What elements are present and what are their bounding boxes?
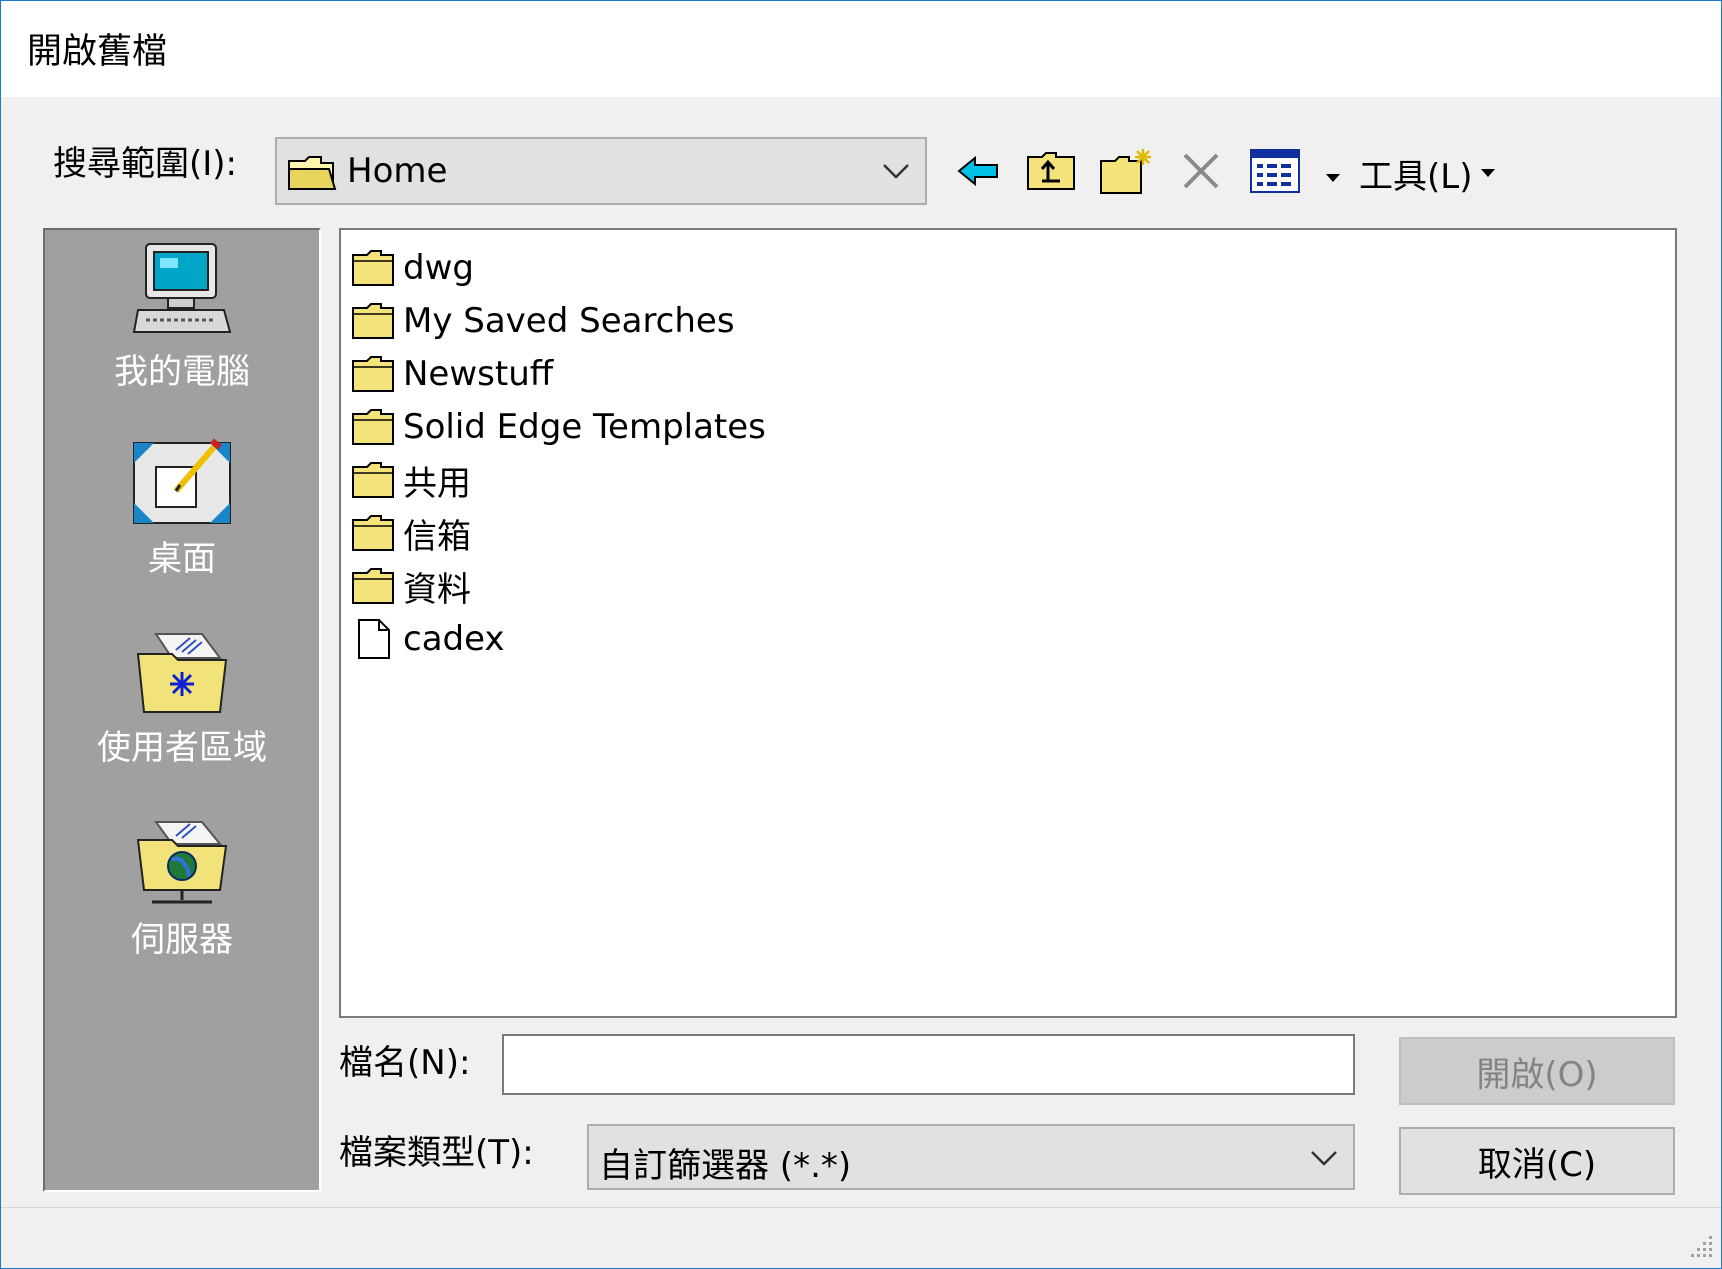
caret-down-icon [1326, 174, 1340, 182]
user-area-icon [136, 633, 228, 713]
file-name: Newstuff [403, 354, 554, 394]
chevron-down-icon[interactable] [881, 161, 911, 185]
filename-input[interactable] [502, 1034, 1355, 1095]
back-arrow-icon [957, 155, 998, 187]
list-item[interactable]: Newstuff [351, 350, 553, 398]
folder-icon [352, 303, 394, 339]
desktop-icon [133, 438, 231, 524]
open-button-label: 開啟(O) [1476, 1054, 1598, 1095]
list-item[interactable]: dwg [351, 244, 474, 292]
place-label: 使用者區域 [97, 728, 267, 768]
file-name: 資料 [403, 569, 471, 610]
place-label: 桌面 [148, 539, 216, 579]
tools-label: 工具(L) [1359, 156, 1473, 197]
resize-grip[interactable] [1689, 1232, 1715, 1262]
folder-icon [352, 515, 394, 551]
folder-icon [352, 409, 394, 445]
new-folder-icon [1100, 149, 1151, 194]
folder-icon [352, 356, 394, 392]
look-in-label: 搜尋範圍(I): [53, 144, 238, 184]
file-name: dwg [403, 248, 474, 288]
folder-icon [352, 568, 394, 604]
list-item[interactable]: My Saved Searches [351, 297, 735, 345]
delete-icon [1183, 153, 1219, 189]
file-icon [358, 619, 390, 659]
filetype-value: 自訂篩選器 (*.*) [599, 1146, 852, 1186]
list-item[interactable]: 資料 [351, 562, 471, 610]
up-folder-button[interactable] [1023, 143, 1079, 199]
file-name: 信箱 [403, 516, 471, 557]
up-folder-icon [1027, 152, 1075, 190]
file-name: Solid Edge Templates [403, 407, 766, 447]
list-item[interactable]: cadex [351, 615, 505, 663]
look-in-value: Home [347, 151, 448, 191]
cancel-button[interactable]: 取消(C) [1399, 1127, 1675, 1195]
new-folder-button[interactable] [1098, 143, 1154, 199]
cancel-button-label: 取消(C) [1477, 1144, 1597, 1185]
look-in-combo[interactable]: Home [275, 137, 927, 205]
views-icon [1250, 149, 1300, 193]
place-label: 伺服器 [131, 920, 233, 960]
place-user-area[interactable]: 使用者區域 [45, 628, 319, 769]
places-bar: 我的電腦 桌面 使用者區域 伺服器 [43, 228, 321, 1192]
delete-button[interactable] [1173, 143, 1229, 199]
place-my-computer[interactable]: 我的電腦 [45, 240, 319, 393]
list-item[interactable]: Solid Edge Templates [351, 403, 766, 451]
views-button[interactable] [1247, 143, 1303, 199]
back-button[interactable] [951, 143, 1007, 199]
file-name: cadex [403, 619, 505, 659]
file-name: 共用 [403, 463, 471, 504]
chevron-down-icon[interactable] [1309, 1148, 1339, 1172]
status-bar-divider [1, 1207, 1721, 1208]
place-server[interactable]: 伺服器 [45, 816, 319, 961]
filetype-label: 檔案類型(T): [339, 1133, 534, 1173]
filetype-combo[interactable]: 自訂篩選器 (*.*) [587, 1124, 1355, 1190]
views-dropdown-arrow[interactable] [1323, 169, 1343, 188]
open-file-dialog: 開啟舊檔 搜尋範圍(I): Home 工具(L) 我的電腦 桌面 使用者區域 伺… [0, 0, 1722, 1269]
my-computer-icon [132, 243, 232, 333]
folder-icon [352, 462, 394, 498]
dialog-title: 開啟舊檔 [27, 32, 168, 72]
list-item[interactable]: 信箱 [351, 509, 471, 557]
resize-grip-icon [1691, 1236, 1712, 1257]
title-bar: 開啟舊檔 [1, 1, 1721, 97]
folder-icon [352, 250, 394, 286]
tools-menu[interactable]: 工具(L) [1359, 151, 1498, 197]
file-list[interactable]: dwg My Saved Searches Newstuff Solid Edg… [339, 228, 1677, 1018]
file-name: My Saved Searches [403, 301, 735, 341]
filename-label: 檔名(N): [339, 1043, 471, 1083]
place-label: 我的電腦 [114, 352, 250, 392]
server-icon [136, 821, 228, 904]
list-item[interactable]: 共用 [351, 456, 471, 504]
place-desktop[interactable]: 桌面 [45, 435, 319, 580]
folder-icon [287, 153, 337, 197]
open-button[interactable]: 開啟(O) [1399, 1037, 1675, 1105]
caret-down-icon [1481, 169, 1496, 177]
